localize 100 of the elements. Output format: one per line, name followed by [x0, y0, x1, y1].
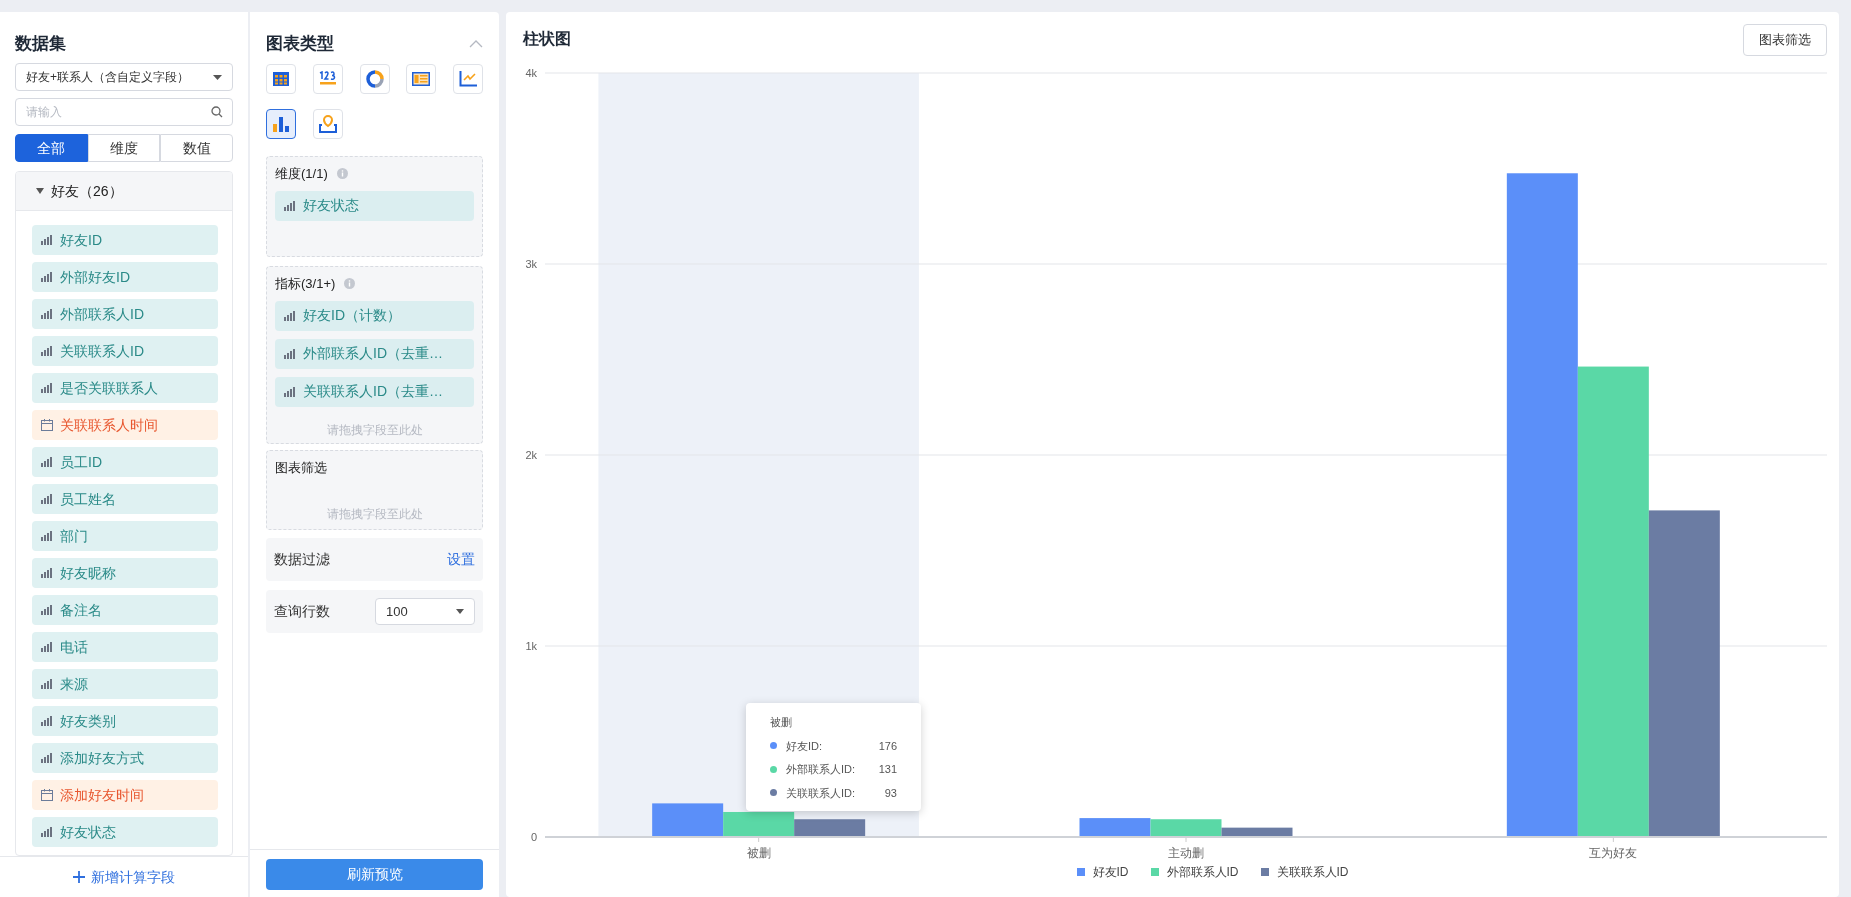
select-value: 100: [386, 602, 408, 621]
search-field[interactable]: 请输入: [15, 98, 233, 126]
field-chip[interactable]: 关联联系人时间: [32, 410, 218, 440]
filter-tab[interactable]: 维度: [87, 134, 161, 162]
legend-label: 好友ID: [1092, 864, 1129, 881]
field-label: 外部联系人ID: [60, 304, 144, 324]
caret-down-icon: [213, 74, 222, 80]
dimension-dropzone[interactable]: 维度(1/1) 好友状态: [266, 156, 483, 257]
map-pin-icon: [317, 115, 338, 133]
legend-label: 外部联系人ID: [1166, 864, 1239, 881]
chart-filter-button[interactable]: 图表筛选: [1743, 24, 1827, 56]
field-chip[interactable]: 好友类别: [32, 706, 218, 736]
drop-hint: 请拖拽字段至此处: [326, 421, 423, 439]
section-label: 指标(3/1+): [275, 275, 336, 293]
field-label: 好友状态: [303, 196, 359, 215]
legend-label: 关联联系人ID: [1276, 864, 1349, 881]
bar-signal-icon: [41, 679, 52, 689]
bar-signal-icon: [41, 753, 52, 763]
field-chip[interactable]: 员工ID: [32, 447, 218, 477]
field-label: 外部联系人ID（去重…: [303, 344, 443, 363]
field-chip[interactable]: 外部联系人ID: [32, 299, 218, 329]
field-label: 部门: [60, 526, 88, 546]
tooltip-label: 好友ID:: [786, 738, 823, 754]
bar-signal-icon: [41, 642, 52, 652]
axis-tick-label: 4k: [525, 67, 537, 79]
bar: [794, 819, 866, 837]
dataset-select[interactable]: 好友+联系人（含自定义字段）: [15, 63, 233, 91]
filter-tab[interactable]: 全部: [15, 134, 88, 162]
chart-title: 柱状图: [523, 29, 571, 49]
group-header[interactable]: 好友（26）: [16, 172, 232, 211]
row-label: 数据过滤: [274, 550, 330, 569]
calendar-icon: [41, 789, 53, 801]
field-label: 员工姓名: [60, 489, 116, 509]
bar-signal-icon: [284, 348, 295, 359]
chart-type-button[interactable]: [266, 109, 296, 139]
section-label: 图表筛选: [275, 459, 328, 477]
field-chip[interactable]: 添加好友方式: [32, 743, 218, 773]
bar-signal-icon: [41, 457, 52, 467]
bar-signal-icon: [41, 827, 52, 837]
bar-signal-icon: [41, 346, 52, 356]
caret-down-icon: [456, 609, 464, 614]
field-chip[interactable]: 好友ID（计数）: [275, 300, 474, 331]
bar-signal-icon: [41, 605, 52, 615]
drop-hint: 请拖拽字段至此处: [326, 506, 423, 523]
field-chip[interactable]: 好友状态: [32, 817, 218, 847]
field-label: 添加好友方式: [60, 748, 144, 768]
axis-tick-label: 3k: [525, 258, 537, 270]
field-chip[interactable]: 添加好友时间: [32, 780, 218, 810]
refresh-button[interactable]: 刷新预览: [266, 859, 483, 890]
field-chip[interactable]: 备注名: [32, 595, 218, 625]
field-chip[interactable]: 部门: [32, 521, 218, 551]
plus-icon: [73, 871, 85, 883]
line-chart-icon: [459, 71, 478, 87]
tooltip-label: 关联联系人ID:: [786, 785, 856, 801]
field-chip[interactable]: 员工姓名: [32, 484, 218, 514]
field-chip[interactable]: 关联联系人ID: [32, 336, 218, 366]
field-label: 来源: [60, 674, 88, 694]
field-chip[interactable]: 好友ID: [32, 225, 218, 255]
field-chip[interactable]: 外部联系人ID（去重…: [275, 338, 474, 369]
field-chip[interactable]: 来源: [32, 669, 218, 699]
field-label: 好友状态: [60, 822, 116, 842]
bar-signal-icon: [41, 309, 52, 319]
list-icon: [412, 72, 431, 86]
bar-chart-icon: [273, 116, 289, 132]
tooltip-label: 外部联系人ID:: [786, 762, 856, 777]
bar: [652, 803, 724, 837]
calendar-icon: [41, 419, 53, 431]
field-chip[interactable]: 好友昵称: [32, 558, 218, 588]
bar-signal-icon: [41, 494, 52, 504]
tooltip-value: 176: [878, 738, 897, 754]
field-label: 好友类别: [60, 711, 116, 731]
add-field-button[interactable]: 新增计算字段: [73, 866, 175, 888]
field-chip[interactable]: 电话: [32, 632, 218, 662]
field-chip[interactable]: 关联联系人ID（去重…: [275, 376, 474, 407]
panel-title: 图表类型: [266, 34, 334, 54]
group-label: 好友（26）: [51, 181, 123, 201]
row-limit-select[interactable]: 100: [375, 598, 475, 625]
field-chip[interactable]: 是否关联联系人: [32, 373, 218, 403]
bar-signal-icon: [41, 568, 52, 578]
axis-tick-label: 2k: [525, 449, 537, 461]
bar-signal-icon: [284, 310, 295, 321]
info-icon: [344, 278, 356, 290]
field-chip[interactable]: 外部好友ID: [32, 262, 218, 292]
bar-signal-icon: [284, 200, 295, 211]
axis-tick-label: 主动删: [1168, 846, 1204, 860]
bar-signal-icon: [284, 386, 295, 397]
field-label: 关联联系人ID: [60, 341, 144, 361]
measure-dropzone[interactable]: 指标(3/1+) 好友ID（计数） 外部联系人ID（去重… 关联联系人ID（去重… 请拖拽字段至此处: [266, 266, 483, 444]
field-label: 备注名: [60, 600, 102, 620]
filter-dropzone[interactable]: 图表筛选 请拖拽字段至此处: [266, 450, 483, 530]
tooltip-value: 93: [884, 785, 897, 801]
filter-tab[interactable]: 数值: [160, 134, 233, 162]
search-icon: [211, 106, 223, 118]
number-icon: [317, 71, 338, 87]
axis-tick-label: 1k: [525, 640, 537, 652]
field-chip[interactable]: 好友状态: [275, 190, 474, 221]
bar-signal-icon: [41, 272, 52, 282]
settings-link[interactable]: 设置: [447, 549, 475, 570]
field-label: 外部好友ID: [60, 267, 130, 287]
bar-signal-icon: [41, 235, 52, 245]
